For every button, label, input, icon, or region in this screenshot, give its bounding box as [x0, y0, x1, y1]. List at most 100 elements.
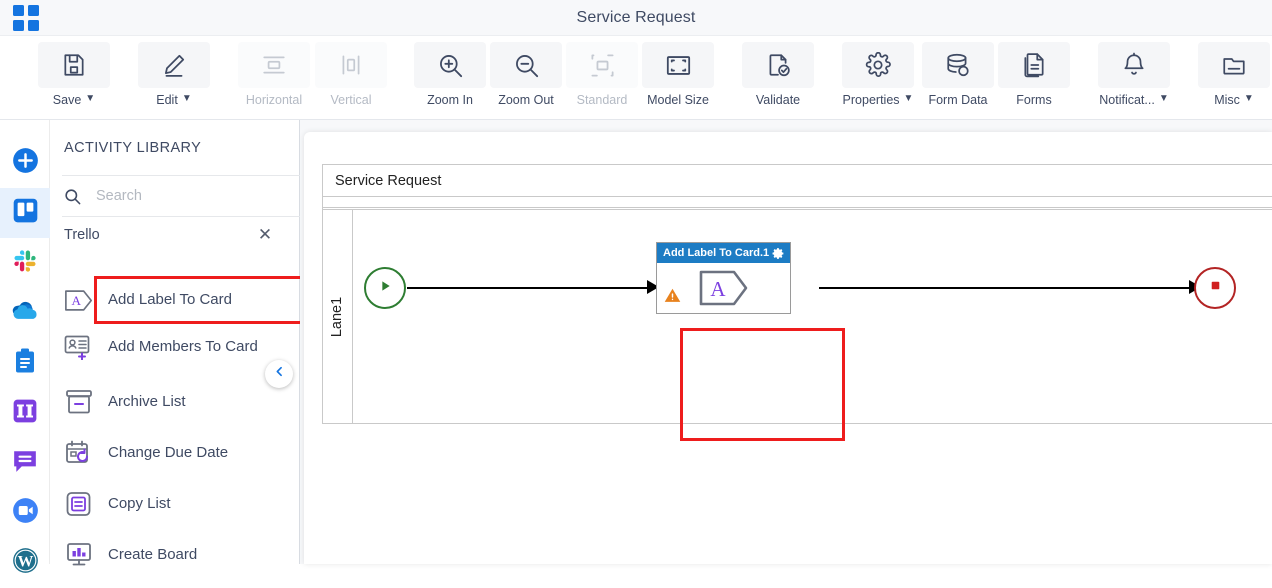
activity-group-name: Trello [64, 226, 100, 243]
end-event[interactable] [1194, 267, 1236, 309]
rail-item-chat[interactable] [0, 438, 50, 488]
toolbar-button-notificat[interactable]: Notificat... ▼ [1098, 42, 1170, 114]
activity-library-panel: ACTIVITY LIBRARY Trello ✕ A Add Label To … [50, 120, 305, 566]
toolbar-button-properties[interactable]: Properties ▼ [842, 42, 914, 114]
svg-text:A: A [710, 277, 726, 301]
rail-item-add-new[interactable] [0, 138, 50, 188]
toolbar-button-forms[interactable]: Forms [998, 42, 1070, 114]
align-horizontal-icon [238, 42, 310, 88]
grid-apps-icon[interactable] [13, 5, 40, 31]
bell-notification-icon [1098, 42, 1170, 88]
activity-item-add-label-to-card[interactable]: A Add Label To Card [50, 280, 300, 320]
gear-icon[interactable] [772, 247, 785, 260]
toolbar-button-save[interactable]: Save ▼ [38, 42, 110, 114]
chevron-down-icon: ▼ [1158, 93, 1169, 104]
label-tag-icon: A [64, 285, 94, 315]
rail-item-wordpress[interactable]: W [0, 538, 50, 588]
activity-item-change-due-date[interactable]: Change Due Date [50, 433, 300, 473]
canvas-card: Service Request Lane1 Add Label To Card.… [304, 132, 1272, 564]
chevron-down-icon: ▼ [181, 93, 192, 104]
start-event[interactable] [364, 267, 406, 309]
toolbar: Save ▼ Edit ▼ Horizontal Vertical Zoom In Zoom … [0, 36, 1272, 120]
toolbar-button-label: Properties ▼ [842, 93, 914, 107]
archive-list-icon [64, 387, 94, 417]
jira-columns-icon [12, 398, 38, 429]
database-form-icon [922, 42, 994, 88]
activity-item-add-members-to-card[interactable]: Add Members To Card [50, 325, 300, 369]
video-camera-icon [12, 497, 39, 529]
title-bar: Service Request [0, 0, 1272, 36]
search-row[interactable] [50, 176, 300, 216]
bpmn-lane: Lane1 Add Label To Card.1 A [323, 209, 1272, 441]
close-x-icon[interactable]: ✕ [255, 225, 275, 245]
toolbar-button-label: Standard [576, 93, 628, 107]
stop-square-icon [1209, 279, 1222, 297]
lane-label: Lane1 [329, 296, 346, 338]
toolbar-button-model-size[interactable]: Model Size [642, 42, 714, 114]
rail-item-zoom-app[interactable] [0, 488, 50, 538]
toolbar-button-label: Notificat... ▼ [1099, 93, 1169, 107]
toolbar-button-label: Save ▼ [52, 93, 96, 107]
clipboard-icon [13, 348, 37, 379]
toolbar-button-label: Vertical [330, 93, 372, 107]
chevron-left-icon [273, 365, 286, 383]
toolbar-button-label: Zoom Out [498, 93, 554, 107]
toolbar-button-form-data[interactable]: Form Data [922, 42, 994, 114]
rail-item-onedrive[interactable] [0, 288, 50, 338]
toolbar-button-edit[interactable]: Edit ▼ [138, 42, 210, 114]
plus-circle-icon [12, 147, 39, 179]
pool-title[interactable]: Service Request [323, 165, 1272, 197]
toolbar-button-misc[interactable]: Misc ▼ [1198, 42, 1270, 114]
toolbar-button-label: Forms [1016, 93, 1052, 107]
activity-item-copy-list[interactable]: Copy List [50, 484, 300, 524]
chevron-down-icon: ▼ [85, 93, 96, 104]
copy-list-icon [64, 489, 94, 519]
svg-text:A: A [71, 293, 81, 308]
task-title: Add Label To Card.1 [663, 247, 770, 259]
model-size-icon [642, 42, 714, 88]
toolbar-button-zoom-in[interactable]: Zoom In [414, 42, 486, 114]
activity-item-label: Archive List [108, 393, 186, 410]
app-rail: W [0, 120, 50, 573]
misc-folder-icon [1198, 42, 1270, 88]
panel-title: ACTIVITY LIBRARY [64, 140, 202, 156]
toolbar-button-label: Zoom In [427, 93, 473, 107]
rail-item-jira[interactable] [0, 388, 50, 438]
add-member-icon [64, 332, 94, 362]
toolbar-button-validate[interactable]: Validate [742, 42, 814, 114]
task-node-add-label-to-card[interactable]: Add Label To Card.1 A [656, 242, 791, 314]
pencil-edit-icon [138, 42, 210, 88]
sequence-flow[interactable] [407, 287, 651, 289]
chevron-down-icon: ▼ [1243, 93, 1254, 104]
zoom-out-icon [490, 42, 562, 88]
toolbar-button-label: Misc ▼ [1214, 93, 1254, 107]
rail-item-slack[interactable] [0, 238, 50, 288]
toolbar-button-zoom-out[interactable]: Zoom Out [490, 42, 562, 114]
bpmn-pool: Service Request Lane1 Add Label To Card.… [322, 164, 1272, 441]
wordpress-icon: W [12, 547, 39, 579]
activity-item-archive-list[interactable]: Archive List [50, 382, 300, 422]
toolbar-button-standard: Standard [566, 42, 638, 114]
activity-item-create-board[interactable]: Create Board [50, 535, 300, 575]
lane-label-column: Lane1 [323, 210, 353, 424]
toolbar-button-label: Validate [755, 93, 801, 107]
panel-collapse-button[interactable] [265, 360, 293, 388]
gear-properties-icon [842, 42, 914, 88]
diagram-canvas[interactable]: Service Request Lane1 Add Label To Card.… [300, 120, 1272, 564]
rail-item-clipboard[interactable] [0, 338, 50, 388]
onedrive-icon [11, 300, 39, 327]
rail-item-trello[interactable] [0, 188, 50, 238]
play-triangle-icon [377, 278, 393, 299]
warning-triangle-icon [664, 287, 681, 304]
sequence-flow[interactable] [819, 287, 1193, 289]
label-tag-icon: A [698, 269, 750, 312]
chevron-down-icon: ▼ [903, 93, 914, 104]
toolbar-button-vertical: Vertical [315, 42, 387, 114]
activity-group-row: Trello ✕ [50, 217, 300, 252]
svg-text:W: W [17, 554, 33, 571]
validate-check-icon [742, 42, 814, 88]
zoom-in-icon [414, 42, 486, 88]
activity-item-label: Copy List [108, 495, 171, 512]
search-input[interactable] [94, 187, 274, 205]
calendar-due-icon [64, 438, 94, 468]
